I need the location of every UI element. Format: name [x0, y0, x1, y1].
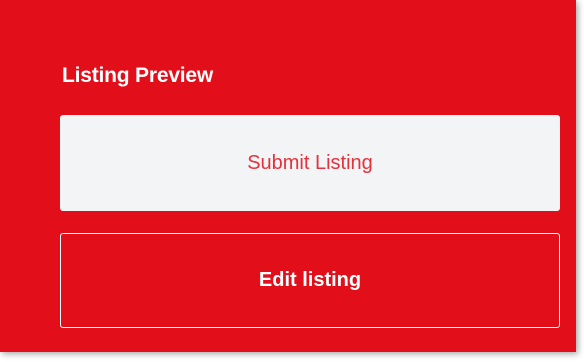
edit-listing-label: Edit listing	[258, 269, 362, 291]
submit-listing-button[interactable]: Submit Listing	[60, 115, 560, 211]
edit-listing-button[interactable]: Edit listing	[60, 233, 560, 328]
panel-title: Listing Preview	[62, 64, 214, 87]
page: Listing Preview Submit Listing Edit list…	[0, 0, 584, 362]
submit-listing-label: Submit Listing	[247, 151, 373, 174]
listing-preview-panel: Listing Preview Submit Listing Edit list…	[0, 0, 576, 352]
